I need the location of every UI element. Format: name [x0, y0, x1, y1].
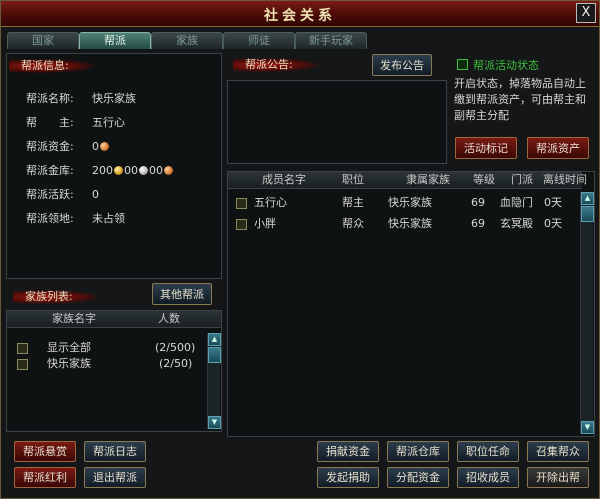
member-list-scrollbar[interactable]: ▲ ▼: [580, 192, 594, 434]
member-sect: 血隐门: [500, 196, 533, 209]
col-sect[interactable]: 门派: [504, 172, 540, 188]
guild-assets-button[interactable]: 帮派资产: [527, 137, 589, 159]
member-role: 帮众: [342, 217, 364, 230]
activity-state-description: 开启状态，掉落物品自动上缴到帮派资产，可由帮主和副帮主分配: [454, 77, 586, 122]
family-list-panel: 家族名字 人数 显示全部 (2/500) 快乐家族 (2/50) ▲ ▼: [6, 310, 222, 432]
family-row[interactable]: 快乐家族 (2/50): [7, 355, 207, 373]
family-list-scrollbar[interactable]: ▲ ▼: [207, 333, 221, 429]
family-list-columns: 家族名字 人数: [7, 311, 221, 328]
guild-funds-value: 0: [92, 140, 99, 153]
scroll-up-icon[interactable]: ▲: [208, 333, 221, 346]
activity-state-label: 帮派活动状态: [473, 59, 539, 72]
vault-copper-value: 00: [149, 164, 163, 177]
guild-name-row: 帮派名称: 快乐家族: [26, 92, 136, 106]
expel-member-button[interactable]: 开除出帮: [527, 467, 589, 488]
col-family[interactable]: 隶属家族: [394, 172, 462, 188]
member-list-panel: 成员名字 职位 隶属家族 等级 门派 离线时间 五行心 帮主 快乐家族 69 血…: [227, 171, 595, 437]
guild-vault-row: 帮派金库: 200 00 00: [26, 164, 174, 178]
guild-funds-row: 帮派资金: 0: [26, 140, 110, 154]
member-name: 小胖: [254, 217, 276, 230]
guild-warehouse-button[interactable]: 帮派仓库: [387, 441, 449, 462]
notice-text-area[interactable]: [227, 80, 447, 164]
window-title: 社会关系: [264, 8, 336, 24]
quit-guild-button[interactable]: 退出帮派: [84, 467, 146, 488]
tab-newbie[interactable]: 新手玩家: [295, 32, 367, 49]
member-sect: 玄冥殿: [500, 217, 533, 230]
member-level: 69: [471, 196, 485, 209]
tab-mentor[interactable]: 师徒: [223, 32, 295, 49]
member-role: 帮主: [342, 196, 364, 209]
guild-vault-label: 帮派金库:: [26, 164, 74, 177]
scroll-down-icon[interactable]: ▼: [208, 416, 221, 429]
col-member-name[interactable]: 成员名字: [242, 172, 326, 188]
guild-territory-row: 帮派领地: 未占领: [26, 212, 125, 226]
appoint-position-button[interactable]: 职位任命: [457, 441, 519, 462]
col-level[interactable]: 等级: [464, 172, 504, 188]
guild-bounty-button[interactable]: 帮派悬赏: [14, 441, 76, 462]
activity-mark-button[interactable]: 活动标记: [455, 137, 517, 159]
scroll-thumb[interactable]: [208, 347, 221, 363]
guild-info-panel: 帮派信息: 帮派名称: 快乐家族 帮 主: 五行心 帮派资金: 0 帮派金库: 200 0…: [6, 53, 222, 279]
guild-name-value: 快乐家族: [92, 92, 136, 105]
family-list-header: 家族列表:: [13, 290, 99, 304]
guild-leader-label: 帮 主:: [26, 116, 74, 129]
silver-coin-icon: [139, 166, 148, 175]
guild-territory-label: 帮派领地:: [26, 212, 74, 225]
member-row[interactable]: 五行心 帮主 快乐家族 69 血隐门 0天: [228, 194, 582, 212]
scroll-up-icon[interactable]: ▲: [581, 192, 594, 205]
close-button[interactable]: X: [576, 3, 596, 23]
col-offline-time[interactable]: 离线时间: [540, 172, 590, 188]
member-checkbox[interactable]: [236, 219, 247, 230]
summon-members-button[interactable]: 召集帮众: [527, 441, 589, 462]
copper-coin-icon: [164, 166, 173, 175]
tab-nation[interactable]: 国家: [7, 32, 79, 49]
vault-silver-value: 00: [124, 164, 138, 177]
member-name: 五行心: [254, 196, 287, 209]
title-bar[interactable]: 社会关系 X: [1, 1, 599, 27]
family-count: (2/50): [159, 357, 193, 370]
col-family-count[interactable]: 人数: [129, 311, 209, 327]
distribute-funds-button[interactable]: 分配资金: [387, 467, 449, 488]
member-offline: 0天: [544, 217, 562, 230]
publish-notice-button[interactable]: 发布公告: [372, 54, 432, 76]
guild-activity-label: 帮派活跃:: [26, 188, 74, 201]
family-checkbox[interactable]: [17, 359, 28, 370]
other-guilds-button[interactable]: 其他帮派: [152, 283, 212, 305]
gold-coin-icon: [114, 166, 123, 175]
guild-info-header: 帮派信息:: [9, 59, 95, 73]
guild-bonus-button[interactable]: 帮派红利: [14, 467, 76, 488]
vault-gold-value: 200: [92, 164, 113, 177]
member-checkbox[interactable]: [236, 198, 247, 209]
guild-leader-row: 帮 主: 五行心: [26, 116, 125, 130]
guild-territory-value: 未占领: [92, 212, 125, 225]
copper-coin-icon: [100, 142, 109, 151]
guild-funds-label: 帮派资金:: [26, 140, 74, 153]
family-checkbox[interactable]: [17, 343, 28, 354]
member-offline: 0天: [544, 196, 562, 209]
tab-family[interactable]: 家族: [151, 32, 223, 49]
donate-funds-button[interactable]: 捐献资金: [317, 441, 379, 462]
member-level: 69: [471, 217, 485, 230]
member-family: 快乐家族: [388, 196, 432, 209]
start-donation-button[interactable]: 发起捐助: [317, 467, 379, 488]
tab-guild[interactable]: 帮派: [79, 32, 151, 49]
recruit-member-button[interactable]: 招收成员: [457, 467, 519, 488]
scroll-thumb[interactable]: [581, 206, 594, 222]
guild-log-button[interactable]: 帮派日志: [84, 441, 146, 462]
col-family-name[interactable]: 家族名字: [21, 311, 127, 327]
guild-window: 社会关系 X 国家 帮派 家族 师徒 新手玩家 帮派信息: 帮派名称: 快乐家族 …: [0, 0, 600, 499]
family-name: 快乐家族: [47, 357, 91, 370]
member-list-header: 成员名字 职位 隶属家族 等级 门派 离线时间: [228, 172, 587, 189]
member-row[interactable]: 小胖 帮众 快乐家族 69 玄冥殿 0天: [228, 215, 582, 233]
activity-state-checkbox[interactable]: [457, 59, 468, 70]
guild-activity-value: 0: [92, 188, 99, 201]
notice-header: 帮派公告:: [233, 58, 319, 72]
member-family: 快乐家族: [388, 217, 432, 230]
scroll-down-icon[interactable]: ▼: [581, 421, 594, 434]
guild-name-label: 帮派名称:: [26, 92, 74, 105]
guild-leader-value: 五行心: [92, 116, 125, 129]
col-role[interactable]: 职位: [334, 172, 372, 188]
guild-activity-row: 帮派活跃: 0: [26, 188, 99, 202]
